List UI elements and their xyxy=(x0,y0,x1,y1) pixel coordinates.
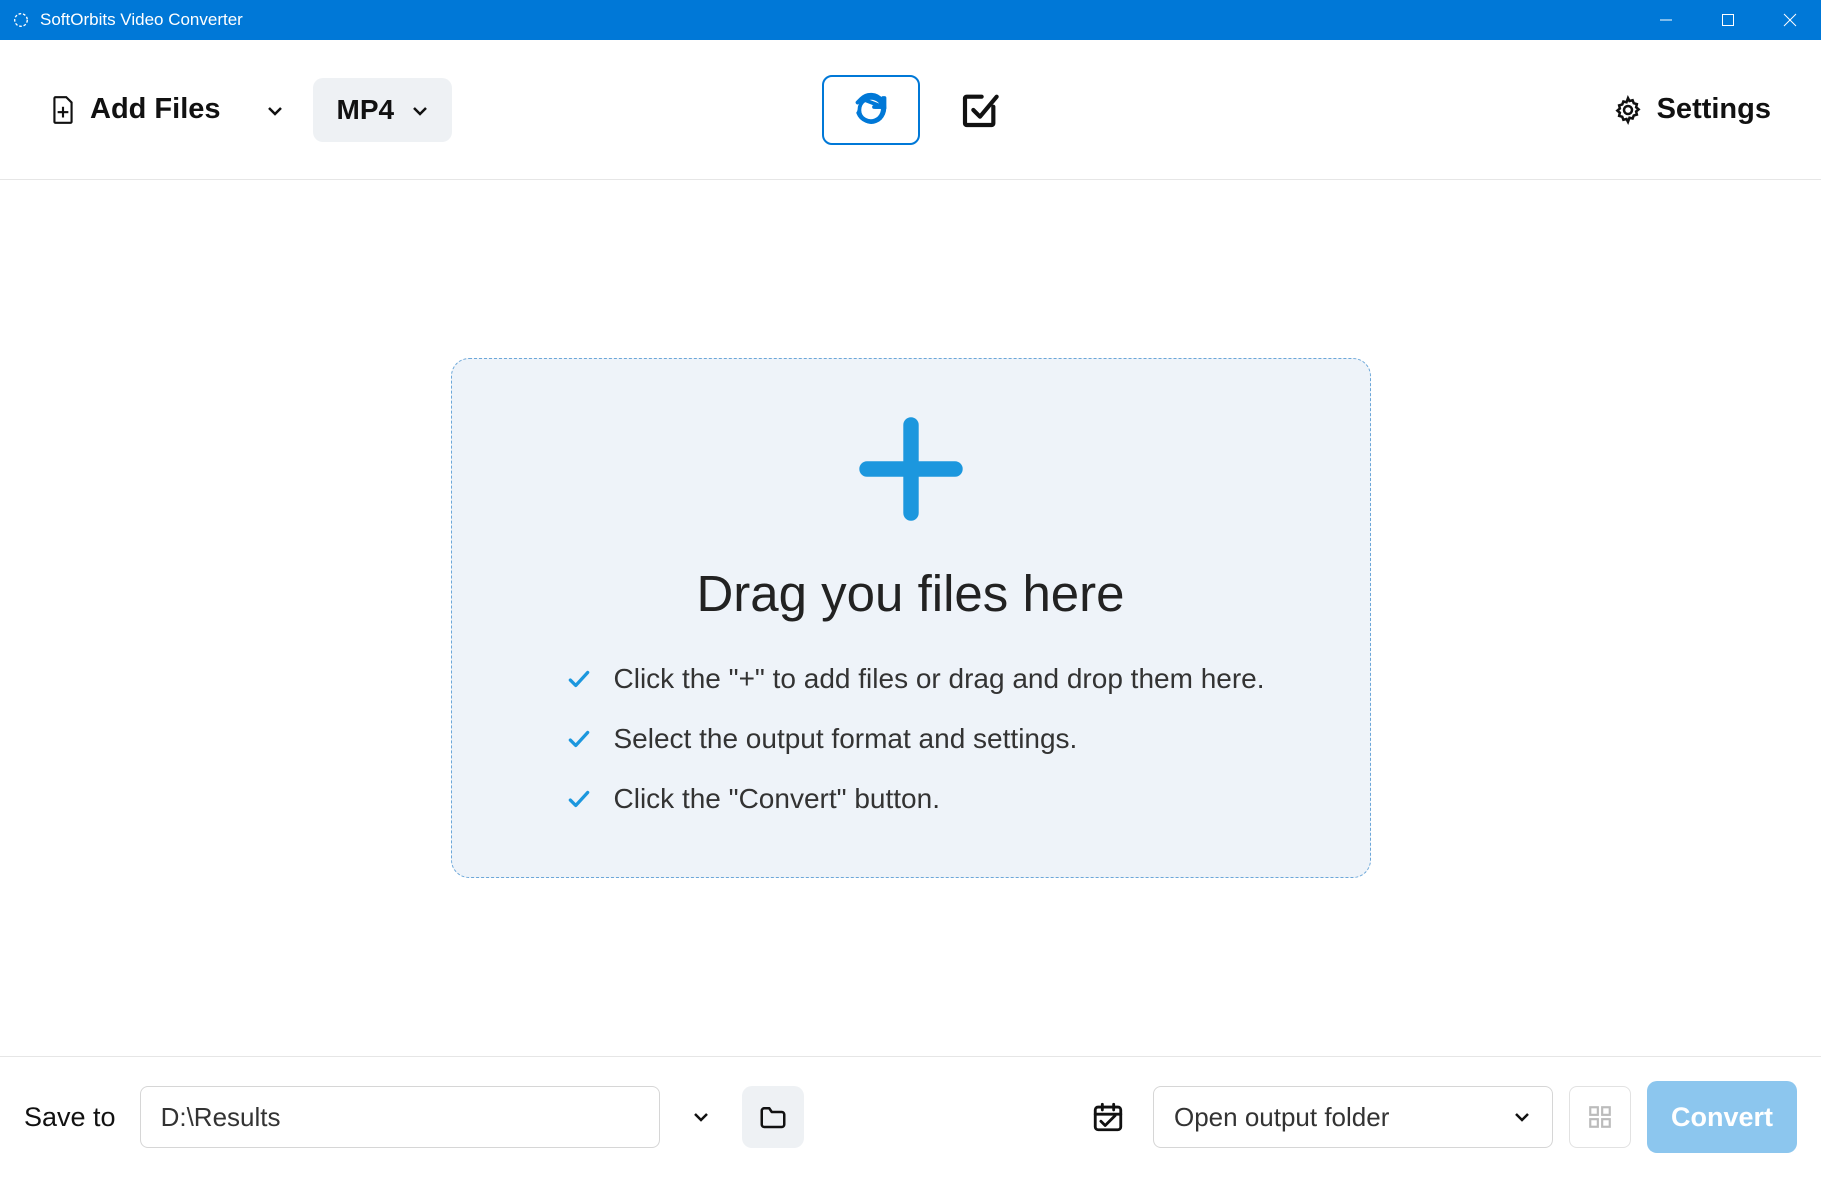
refresh-button[interactable] xyxy=(822,75,920,145)
output-path-dropdown[interactable] xyxy=(676,1086,726,1148)
schedule-icon[interactable] xyxy=(1091,1100,1125,1134)
check-icon xyxy=(566,666,592,692)
add-files-button[interactable]: Add Files xyxy=(50,93,283,126)
titlebar: SoftOrbits Video Converter xyxy=(0,0,1821,40)
open-output-label: Open output folder xyxy=(1174,1102,1389,1133)
select-all-button[interactable] xyxy=(960,90,1000,130)
folder-icon xyxy=(758,1102,788,1132)
gear-icon xyxy=(1613,95,1643,125)
main-area: Drag you files here Click the "+" to add… xyxy=(0,180,1821,1057)
instruction-item: Select the output format and settings. xyxy=(566,723,1265,755)
drop-title: Drag you files here xyxy=(696,564,1124,623)
drop-zone[interactable]: Drag you files here Click the "+" to add… xyxy=(451,358,1371,878)
instruction-text: Click the "Convert" button. xyxy=(614,783,940,815)
window-controls xyxy=(1635,0,1821,40)
app-title: SoftOrbits Video Converter xyxy=(40,10,243,30)
toolbar: Add Files MP4 xyxy=(0,40,1821,180)
browse-folder-button[interactable] xyxy=(742,1086,804,1148)
grid-icon xyxy=(1587,1104,1613,1130)
chevron-down-icon xyxy=(265,101,283,119)
instruction-text: Select the output format and settings. xyxy=(614,723,1078,755)
maximize-button[interactable] xyxy=(1697,0,1759,40)
check-icon xyxy=(566,726,592,752)
check-icon xyxy=(566,786,592,812)
format-selector[interactable]: MP4 xyxy=(313,78,453,142)
instructions-list: Click the "+" to add files or drag and d… xyxy=(452,663,1265,815)
convert-button[interactable]: Convert xyxy=(1647,1081,1797,1153)
save-to-label: Save to xyxy=(24,1102,116,1133)
output-path-value: D:\Results xyxy=(161,1102,281,1133)
app-icon xyxy=(12,11,30,29)
settings-button[interactable]: Settings xyxy=(1613,93,1771,126)
settings-label: Settings xyxy=(1657,93,1771,126)
bottom-bar: Save to D:\Results Open output fold xyxy=(0,1057,1821,1177)
format-label: MP4 xyxy=(337,94,395,126)
plus-icon xyxy=(856,414,966,524)
instruction-item: Click the "Convert" button. xyxy=(566,783,1265,815)
instruction-text: Click the "+" to add files or drag and d… xyxy=(614,663,1265,695)
output-path-field[interactable]: D:\Results xyxy=(140,1086,660,1148)
add-files-label: Add Files xyxy=(90,93,221,126)
close-button[interactable] xyxy=(1759,0,1821,40)
file-plus-icon xyxy=(50,95,76,125)
chevron-down-icon xyxy=(1512,1107,1532,1127)
chevron-down-icon xyxy=(410,101,428,119)
open-output-folder-select[interactable]: Open output folder xyxy=(1153,1086,1553,1148)
layout-toggle-button[interactable] xyxy=(1569,1086,1631,1148)
instruction-item: Click the "+" to add files or drag and d… xyxy=(566,663,1265,695)
convert-label: Convert xyxy=(1671,1102,1773,1133)
minimize-button[interactable] xyxy=(1635,0,1697,40)
